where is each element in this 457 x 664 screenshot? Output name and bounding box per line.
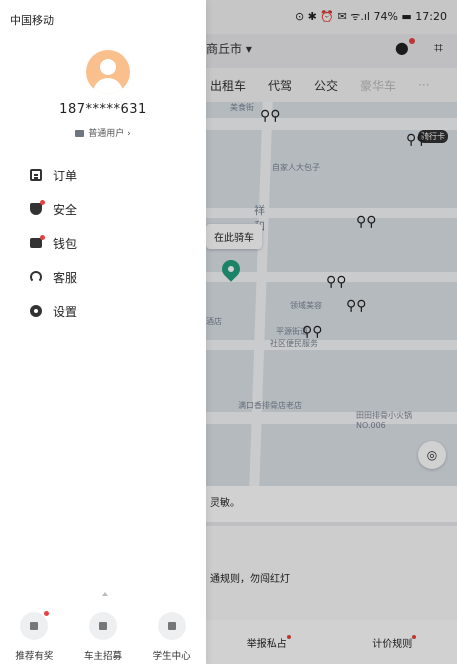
dim-overlay[interactable] xyxy=(206,0,457,664)
menu-item-orders[interactable]: 订单 xyxy=(30,158,77,192)
notification-dot xyxy=(44,611,50,616)
order-icon xyxy=(30,169,42,181)
menu-item-label: 客服 xyxy=(53,270,78,285)
menu-item-label: 订单 xyxy=(53,168,78,183)
graduation-cap-icon xyxy=(157,612,186,640)
shield-icon xyxy=(30,200,45,215)
notification-dot xyxy=(40,235,45,240)
carrier-label: 中国移动 xyxy=(10,14,54,27)
tool-label: 推荐有奖 xyxy=(15,651,54,662)
menu-item-settings[interactable]: 设置 xyxy=(30,294,77,328)
car-icon xyxy=(89,612,117,640)
menu-item-label: 设置 xyxy=(53,304,78,319)
avatar[interactable] xyxy=(86,50,130,94)
menu-item-service[interactable]: 客服 xyxy=(30,260,77,294)
user-phone: 187*****631 xyxy=(59,102,147,117)
member-card-icon xyxy=(75,130,85,137)
side-drawer: 中国移动 187*****631 普通用户 › 订单 安全 钱包 客服 设置 推… xyxy=(0,0,206,664)
tool-label: 学生中心 xyxy=(152,651,191,662)
wallet-icon xyxy=(30,235,45,248)
drawer-bottom-tools: 推荐有奖 车主招募 学生中心 xyxy=(0,611,206,662)
user-level-label: 普通用户 › xyxy=(88,129,131,139)
menu-item-safety[interactable]: 安全 xyxy=(30,192,77,226)
notification-dot xyxy=(40,200,45,205)
gift-icon xyxy=(20,611,50,640)
user-level[interactable]: 普通用户 › xyxy=(0,126,206,139)
referral-button[interactable]: 推荐有奖 xyxy=(0,611,69,662)
menu-item-label: 钱包 xyxy=(53,236,78,251)
student-center-button[interactable]: 学生中心 xyxy=(137,612,206,662)
chevron-up-icon[interactable] xyxy=(102,592,108,596)
menu-item-label: 安全 xyxy=(53,202,78,217)
menu-item-wallet[interactable]: 钱包 xyxy=(30,226,77,260)
headset-icon xyxy=(30,271,42,283)
drawer-menu: 订单 安全 钱包 客服 设置 xyxy=(30,158,77,328)
gear-icon xyxy=(30,305,42,317)
tool-label: 车主招募 xyxy=(84,651,123,662)
driver-recruit-button[interactable]: 车主招募 xyxy=(69,612,138,662)
